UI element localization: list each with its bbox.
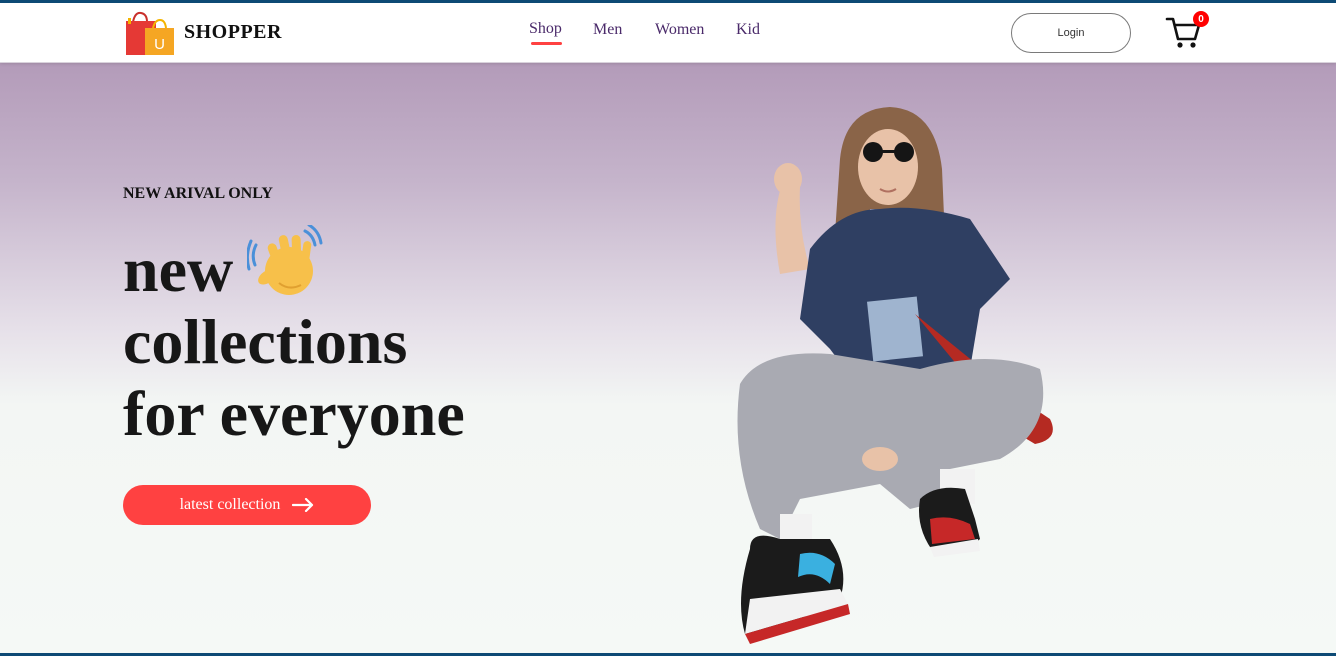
navbar: U SHOPPER Shop Men Women Kid Login 0 bbox=[0, 3, 1336, 63]
menu-item-shop[interactable]: Shop bbox=[529, 20, 562, 45]
hero-kicker: NEW ARIVAL ONLY bbox=[123, 185, 273, 202]
headline-line-1: new bbox=[123, 225, 465, 306]
menu-item-kid[interactable]: Kid bbox=[736, 21, 760, 39]
menu-item-women[interactable]: Women bbox=[655, 21, 704, 39]
arrow-right-icon bbox=[292, 498, 314, 512]
latest-collection-button[interactable]: latest collection bbox=[123, 485, 371, 525]
fashion-model-photo bbox=[737, 107, 1053, 644]
cta-label: latest collection bbox=[179, 496, 281, 513]
waving-hand-icon bbox=[247, 225, 323, 295]
hero-section: NEW ARIVAL ONLY new collections for ever… bbox=[0, 63, 1336, 653]
menu-item-men[interactable]: Men bbox=[593, 21, 622, 39]
headline-line-2: collections bbox=[123, 306, 408, 377]
headline-line-3: for everyone bbox=[123, 378, 465, 449]
headline-word-new: new bbox=[123, 234, 234, 305]
cart-count-badge: 0 bbox=[1193, 11, 1209, 27]
page: U SHOPPER Shop Men Women Kid Login 0 NEW… bbox=[0, 3, 1336, 653]
main-menu: Shop Men Women Kid bbox=[0, 20, 1336, 51]
hero-headline: new collections for everyone bbox=[123, 225, 465, 450]
login-button[interactable]: Login bbox=[1011, 13, 1131, 53]
